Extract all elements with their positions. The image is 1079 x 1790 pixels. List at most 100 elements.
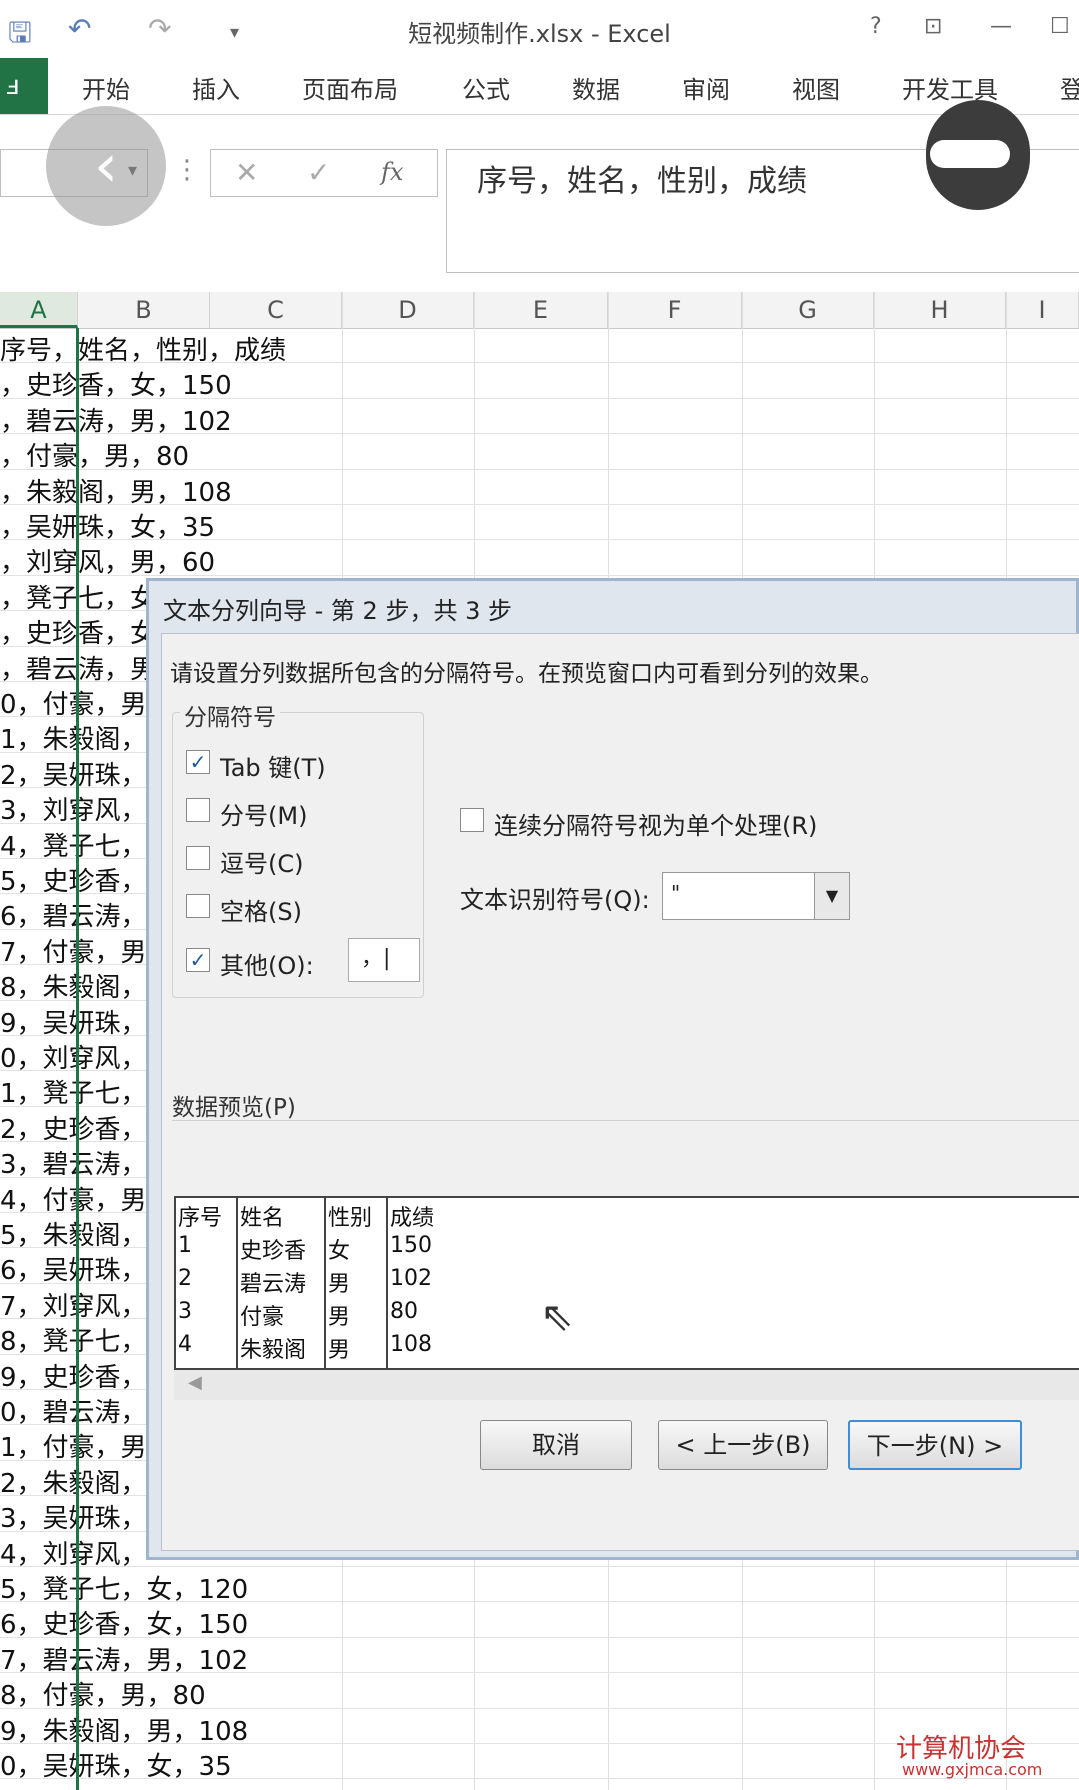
tab-view[interactable]: 视图 (792, 70, 840, 105)
preview-cell: 102 (390, 1266, 432, 1291)
cell-text: 2，朱毅阁， (0, 1468, 147, 1499)
tab-review[interactable]: 审阅 (682, 70, 730, 105)
semicolon-checkbox[interactable] (186, 798, 210, 822)
preview-cell: 2 (178, 1266, 192, 1291)
chevron-left-icon: ‹ (94, 131, 118, 201)
table-row[interactable]: 6，史珍香，女，150 (0, 1602, 1079, 1640)
other-delimiter-input[interactable]: ，| (348, 938, 420, 982)
preview-divider (172, 1120, 1079, 1121)
scroll-left-icon[interactable]: ◀ (188, 1372, 202, 1393)
cell-text: 6，史珍香，女，150 (0, 1610, 249, 1641)
cell-text: 2，吴妍珠， (0, 760, 147, 791)
column-header-b[interactable]: B (78, 292, 210, 328)
table-row[interactable]: ，碧云涛，男，102 (0, 399, 1079, 437)
cell-text: 7，付豪，男 (0, 937, 147, 968)
consecutive-checkbox[interactable] (460, 808, 484, 832)
data-preview[interactable]: 序号 1 2 3 4 姓名 史珍香 碧云涛 付豪 朱毅阁 性别女男男男成绩 150 102 80 108 (174, 1196, 1079, 1370)
table-row[interactable]: ，史珍香，女，150 (0, 363, 1079, 401)
column-header-c[interactable]: C (210, 292, 342, 328)
tab-home[interactable]: 开始 (82, 70, 130, 105)
comma-checkbox[interactable] (186, 846, 210, 870)
preview-cell: 150 (390, 1233, 432, 1258)
ribbon-display-button[interactable]: ⊡ (924, 14, 942, 39)
table-row[interactable]: ，刘穿风，男，60 (0, 540, 1079, 578)
restore-button[interactable]: ☐ (1050, 14, 1070, 39)
column-header-d[interactable]: D (342, 292, 474, 328)
qualifier-label: 文本识别符号(Q): (460, 886, 650, 914)
column-header-a[interactable]: A (0, 292, 78, 328)
preview-label: 数据预览(P) (172, 1095, 296, 1121)
table-row[interactable]: 7，碧云涛，男，102 (0, 1638, 1079, 1676)
cell-text: 5，凳子七，女，120 (0, 1575, 249, 1605)
back-button[interactable]: ‹ (46, 106, 166, 226)
table-row[interactable]: 5，凳子七，女，120 (0, 1567, 1079, 1605)
overlay-blob-highlight (930, 140, 1010, 168)
preview-column-divider (324, 1198, 326, 1370)
cell-text: ，碧云涛，男，102 (0, 406, 232, 437)
cancel-formula-icon[interactable]: ✕ (235, 156, 258, 189)
cell-text: 8，凳子七， (0, 1327, 147, 1358)
delimiter-group-label: 分隔符号 (180, 698, 280, 732)
cancel-button[interactable]: 取消 (480, 1420, 632, 1470)
qualifier-value: " (671, 881, 681, 905)
preview-cell: 女 (328, 1239, 351, 1264)
tab-checkbox-label: Tab 键(T) (220, 754, 326, 782)
preview-cell: 性别 (328, 1206, 373, 1231)
cell-text: 4，付豪，男 (0, 1185, 147, 1216)
cell-text: 5，史珍香， (0, 867, 147, 897)
preview-scrollbar[interactable]: ◀ (174, 1370, 1079, 1400)
column-header-i[interactable]: I (1006, 292, 1079, 328)
cell-text: 3，刘穿风， (0, 796, 147, 827)
column-header-h[interactable]: H (874, 292, 1006, 328)
column-header-f[interactable]: F (608, 292, 742, 328)
cell-text: 1，凳子七， (0, 1079, 147, 1110)
table-row[interactable]: ，付豪，男，80 (0, 434, 1079, 472)
cell-text: 9，史珍香， (0, 1362, 147, 1393)
tab-file[interactable]: ⅎ (0, 58, 48, 114)
preview-cell: 史珍香 (240, 1239, 307, 1264)
preview-cell: 男 (328, 1272, 351, 1297)
column-header-e[interactable]: E (474, 292, 608, 328)
tab-insert[interactable]: 插入 (192, 70, 240, 105)
tab-data[interactable]: 数据 (572, 70, 620, 105)
tab-login[interactable]: 登 (1060, 70, 1079, 105)
formula-content: 序号，姓名，性别，成绩 (477, 164, 807, 199)
other-checkbox[interactable]: ✓ (186, 948, 210, 972)
tab-formulas[interactable]: 公式 (462, 70, 510, 105)
table-row[interactable]: ，朱毅阁，男，108 (0, 470, 1079, 508)
tab-checkbox[interactable]: ✓ (186, 750, 210, 774)
preview-cell: 男 (328, 1338, 351, 1363)
insert-function-icon[interactable]: fx (381, 158, 403, 186)
chevron-down-icon[interactable]: ▼ (814, 873, 849, 919)
dialog-title: 文本分列向导 - 第 2 步，共 3 步 (163, 597, 512, 625)
cell-text: 0，付豪，男 (0, 690, 147, 720)
cell-text: 2，史珍香， (0, 1114, 147, 1145)
table-row[interactable]: 序号，姓名，性别，成绩 (0, 328, 1079, 366)
dialog-instruction: 请设置分列数据所包含的分隔符号。在预览窗口内可看到分列的效果。 (170, 661, 883, 687)
table-row[interactable]: 8，付豪，男，80 (0, 1673, 1079, 1711)
preview-cell: 108 (390, 1332, 432, 1357)
text-to-columns-dialog: 文本分列向导 - 第 2 步，共 3 步 请设置分列数据所包含的分隔符号。在预览… (146, 578, 1079, 1560)
help-button[interactable]: ? (870, 14, 882, 39)
enter-formula-icon[interactable]: ✓ (307, 156, 330, 189)
column-header-g[interactable]: G (742, 292, 874, 328)
back-step-button[interactable]: < 上一步(B) (658, 1420, 828, 1470)
window-title: 短视频制作.xlsx - Excel (408, 20, 671, 48)
space-checkbox[interactable] (186, 894, 210, 918)
cell-text: 7，刘穿风， (0, 1291, 147, 1322)
minimize-button[interactable]: — (990, 14, 1012, 39)
consecutive-label: 连续分隔符号视为单个处理(R) (494, 812, 818, 840)
cell-text: 3，碧云涛， (0, 1150, 147, 1181)
table-row[interactable]: ，吴妍珠，女，35 (0, 505, 1079, 543)
drag-handle-icon[interactable]: ⋮ (174, 155, 200, 185)
cell-text: 4，凳子七， (0, 831, 147, 862)
comma-checkbox-label: 逗号(C) (220, 850, 304, 878)
next-step-button[interactable]: 下一步(N) > (848, 1420, 1022, 1470)
tab-page-layout[interactable]: 页面布局 (302, 70, 398, 105)
preview-cell: 姓名 (240, 1206, 285, 1231)
space-checkbox-label: 空格(S) (220, 898, 302, 926)
preview-cell: 4 (178, 1332, 192, 1357)
other-checkbox-label: 其他(O): (220, 952, 314, 980)
column-a-selection (76, 328, 79, 1790)
qualifier-select[interactable]: " ▼ (662, 872, 850, 920)
